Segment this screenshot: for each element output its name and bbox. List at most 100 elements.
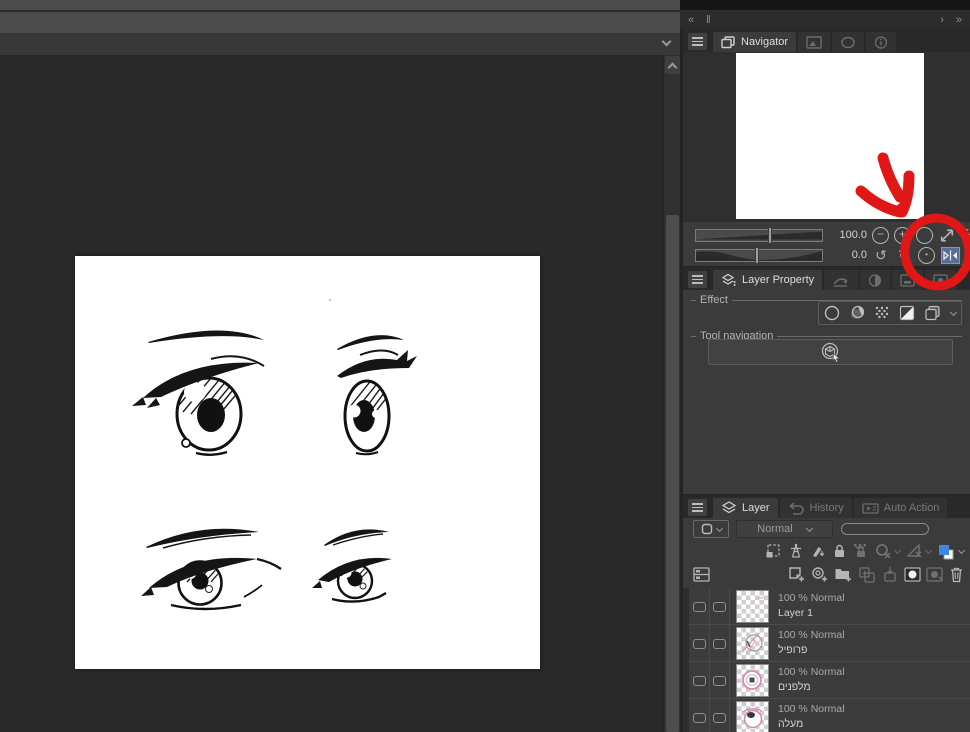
rotation-slider[interactable] xyxy=(695,246,823,264)
tab-quick-share[interactable] xyxy=(832,32,865,52)
palette-color-button[interactable] xyxy=(693,520,729,538)
lock-layer-icon[interactable] xyxy=(832,543,847,559)
panel-menu-icon[interactable] xyxy=(688,499,707,516)
rotation-slider-handle[interactable] xyxy=(755,246,759,264)
layer-name[interactable]: מלפנים xyxy=(778,680,845,695)
zoom-slider[interactable] xyxy=(695,226,823,244)
layer-name[interactable]: פרופיל xyxy=(778,643,845,658)
expression-color-icon[interactable] xyxy=(924,305,942,321)
layer-row[interactable]: 100 % Normal פרופיל xyxy=(683,625,970,662)
flip-horizontal-button[interactable] xyxy=(941,246,960,264)
navigator-canvas-thumbnail[interactable] xyxy=(736,53,924,219)
delete-layer-icon[interactable] xyxy=(949,566,964,583)
transfer-to-lower-icon[interactable] xyxy=(858,566,876,583)
draft-layer-icon[interactable] xyxy=(788,543,804,559)
chevron-down-icon xyxy=(893,546,902,554)
effect-button-group xyxy=(818,301,962,325)
panel-menu-icon[interactable] xyxy=(688,33,707,50)
tab-information[interactable] xyxy=(866,32,897,52)
layer-name[interactable]: מעלה xyxy=(778,717,845,732)
tab-auto-action[interactable]: Auto Action xyxy=(853,498,948,518)
scrollbar-thumb[interactable] xyxy=(666,215,679,732)
halfcircle-icon xyxy=(869,273,882,287)
reference-layer-group[interactable] xyxy=(875,543,902,559)
tab-layer-property[interactable]: Layer Property xyxy=(713,270,823,290)
new-folder-icon[interactable] xyxy=(834,566,853,583)
layer-check-toggle[interactable] xyxy=(710,662,730,699)
layer-thumbnail[interactable] xyxy=(736,664,769,697)
layer-tabbar: Layer History Auto Action xyxy=(683,495,970,518)
rotate-right-button[interactable]: ↻ xyxy=(895,247,913,264)
canvas-background[interactable] xyxy=(0,55,663,732)
layer-row[interactable]: 100 % Normal מעלה xyxy=(683,699,970,732)
layer-row[interactable]: 100 % Normal Layer 1 xyxy=(683,588,970,625)
zoom-out-button[interactable]: − xyxy=(872,226,889,244)
layer-color-group[interactable] xyxy=(937,543,966,560)
tab-layer-searcher[interactable] xyxy=(824,270,859,290)
layer-visibility-toggle[interactable] xyxy=(689,662,710,699)
lock-pen-icon[interactable] xyxy=(810,543,826,559)
blend-mode-select[interactable]: Normal xyxy=(736,520,833,538)
opacity-slider[interactable] xyxy=(841,523,929,535)
reset-rotation-button[interactable]: • xyxy=(918,246,935,264)
rotate-left-button[interactable]: ↺ xyxy=(872,247,890,264)
scroll-up-button[interactable] xyxy=(665,56,680,74)
chevron-down-icon[interactable] xyxy=(661,36,672,47)
tab-history[interactable]: History xyxy=(779,498,852,518)
navigator-preview-area[interactable] xyxy=(683,52,970,222)
scroll-tabs-right-icon[interactable]: » xyxy=(956,14,962,26)
zoom-slider-handle[interactable] xyxy=(768,226,772,244)
flip-vertical-button[interactable] xyxy=(964,246,970,264)
layer-visibility-toggle[interactable] xyxy=(689,625,710,662)
tab-tone[interactable] xyxy=(860,270,891,290)
tool-navigation-button[interactable] xyxy=(708,339,953,365)
collapse-dock-icon[interactable]: « xyxy=(688,14,694,26)
reset-zoom-button[interactable] xyxy=(916,226,933,244)
chevron-down-icon[interactable] xyxy=(949,308,958,316)
tab-circle-pane[interactable] xyxy=(925,270,957,290)
chevron-down-icon xyxy=(957,546,966,554)
layer-check-toggle[interactable] xyxy=(710,699,730,732)
border-effect-icon[interactable] xyxy=(824,305,840,321)
tab-two-pane[interactable] xyxy=(892,270,924,290)
change-panel-icon[interactable] xyxy=(693,567,710,582)
flip-horizontal-icon xyxy=(943,250,957,260)
halftone-icon[interactable] xyxy=(874,305,890,321)
tab-layer[interactable]: Layer xyxy=(713,498,778,518)
layer-thumbnail[interactable] xyxy=(736,590,769,623)
clip-at-layer-below-icon[interactable] xyxy=(765,543,782,559)
layer-visibility-toggle[interactable] xyxy=(689,699,710,732)
vertical-scrollbar[interactable] xyxy=(663,55,680,732)
layer-row[interactable]: 100 % Normal מלפנים xyxy=(683,662,970,699)
scroll-tabs-left-icon[interactable]: › xyxy=(940,14,944,26)
tab-sub-view[interactable] xyxy=(798,32,831,52)
layer-check-toggle[interactable] xyxy=(710,588,730,625)
reference-layer-icon xyxy=(876,544,891,559)
new-layer-dialog-icon[interactable] xyxy=(811,566,829,583)
eye-bottom-left xyxy=(141,528,282,611)
layer-lock-row xyxy=(683,540,970,562)
ruler-range-group[interactable] xyxy=(906,543,933,559)
lock-transparent-pixel-icon[interactable] xyxy=(853,543,869,559)
layer-list: 100 % Normal Layer 1 100 % Normal פרופיל xyxy=(683,588,970,732)
merge-to-lower-icon[interactable] xyxy=(881,566,899,583)
panel-menu-icon[interactable] xyxy=(688,271,707,288)
layer-visibility-toggle[interactable] xyxy=(689,588,710,625)
history-icon xyxy=(788,501,804,515)
layer-thumbnail[interactable] xyxy=(736,627,769,660)
layer-check-toggle[interactable] xyxy=(710,625,730,662)
tab-navigator[interactable]: Navigator xyxy=(713,32,797,52)
zoom-in-button[interactable]: + xyxy=(894,226,911,244)
layer-name[interactable]: Layer 1 xyxy=(778,606,845,621)
new-raster-layer-icon[interactable] xyxy=(788,566,806,583)
apply-mask-icon[interactable] xyxy=(926,566,944,583)
subview-icon xyxy=(806,35,822,49)
layer-color-effect-icon[interactable] xyxy=(899,305,915,321)
create-mask-icon[interactable] xyxy=(904,566,921,583)
layer-thumbnail[interactable] xyxy=(736,701,769,732)
tone-effect-icon[interactable] xyxy=(849,305,865,321)
fit-to-screen-icon[interactable] xyxy=(938,227,956,244)
visibility-checkbox-icon xyxy=(692,638,706,649)
canvas[interactable] xyxy=(75,256,540,669)
fit-to-window-icon[interactable] xyxy=(961,227,970,244)
